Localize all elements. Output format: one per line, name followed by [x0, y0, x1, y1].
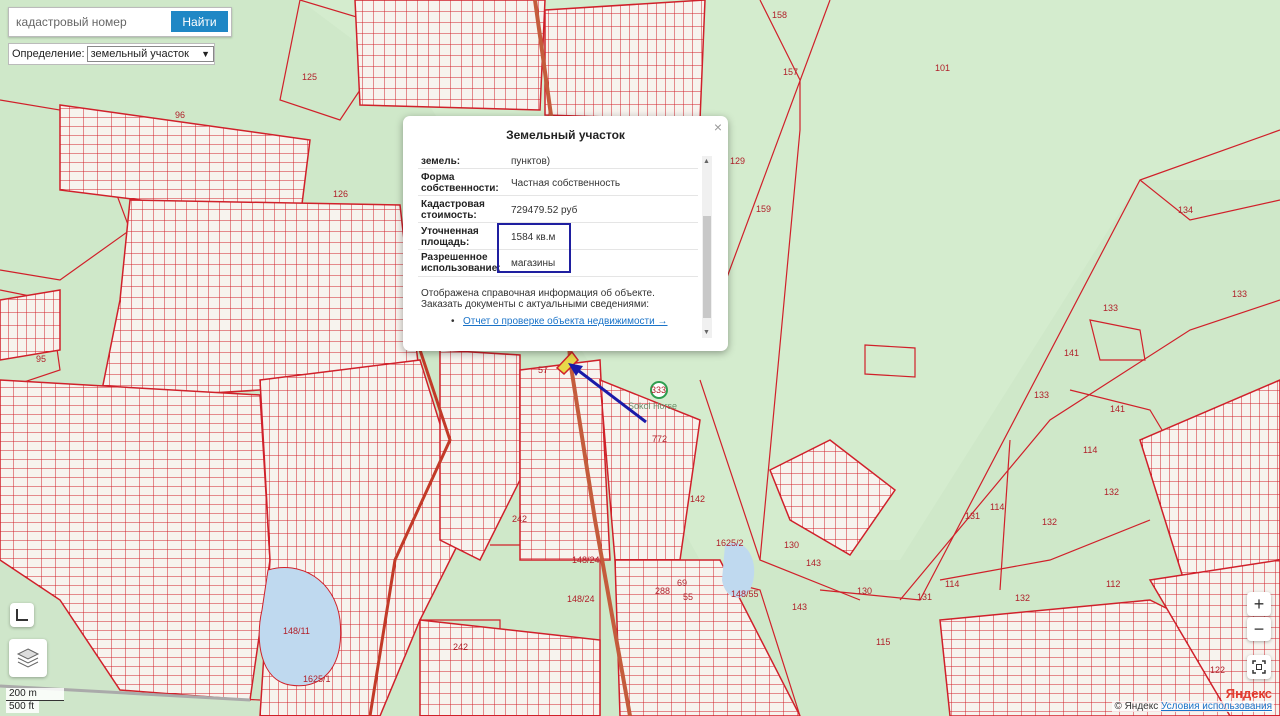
row-key: стоимость:	[421, 210, 477, 221]
property-report-link[interactable]: Отчет о проверке объекта недвижимости →	[463, 316, 668, 327]
close-icon[interactable]: ×	[714, 119, 722, 135]
plus-icon: +	[1253, 593, 1265, 614]
parcel-number: 126	[333, 189, 348, 199]
popup-scrollbar[interactable]: ▲ ▼	[702, 156, 712, 338]
parcel-number: 112	[1106, 579, 1120, 589]
definition-label: Определение:	[12, 48, 85, 60]
parcel-number: 148/24	[567, 594, 595, 604]
parcel-number: 133	[1103, 303, 1118, 313]
popup-title: Земельный участок	[506, 128, 625, 142]
row-value: пунктов)	[511, 156, 551, 167]
terms-link[interactable]: Условия использования	[1161, 701, 1272, 712]
parcel-number: 96	[175, 110, 185, 120]
row-key: земель:	[421, 156, 461, 167]
row-key: собственности:	[421, 183, 499, 194]
parcel-number: 132	[1042, 517, 1057, 527]
definition-select-value: земельный участок	[90, 48, 189, 60]
parcel-number: 114	[1083, 445, 1097, 455]
parcel-number: 242	[512, 514, 527, 524]
zoom-out-button[interactable]: −	[1247, 617, 1271, 641]
scroll-thumb[interactable]	[703, 216, 711, 318]
parcel-number: 114	[990, 502, 1004, 512]
parcel-number: 1625/1	[303, 674, 331, 684]
parcel-number: 132	[1104, 487, 1119, 497]
parcel-number: 131	[917, 592, 932, 602]
parcel-number: 131	[965, 511, 980, 521]
zoom-in-button[interactable]: +	[1247, 592, 1271, 616]
fullscreen-icon	[1252, 660, 1266, 674]
parcel-number: 55	[683, 592, 693, 602]
info-note: Отображена справочная информация об объе…	[421, 288, 655, 299]
parcel-number: 141	[1110, 404, 1125, 414]
row-value: 729479.52 руб	[511, 205, 578, 216]
parcel-number: 159	[756, 204, 771, 214]
parcel-number: 141	[1064, 348, 1079, 358]
definition-selector: Определение: земельный участок ▼	[8, 43, 215, 65]
chevron-down-icon: ▼	[201, 49, 210, 59]
row-key: Форма	[421, 172, 455, 183]
ruler-button[interactable]	[10, 603, 34, 627]
parcel-number: 130	[784, 540, 799, 550]
layers-icon	[16, 648, 40, 668]
yandex-logo: Яндекс	[1225, 686, 1272, 701]
search-bar: Найти	[8, 7, 232, 37]
scale-metric: 200 m	[6, 688, 64, 701]
row-value: Частная собственность	[511, 178, 621, 189]
scale-bar: 200 m 500 ft	[6, 688, 64, 713]
ruler-icon	[16, 609, 28, 621]
parcel-number: 57	[538, 365, 548, 375]
parcel-number: 148/24	[572, 555, 600, 565]
parcel-number: 130	[857, 586, 872, 596]
info-row: земель: пунктов)	[418, 154, 698, 169]
row-key: Разрешенное	[421, 252, 488, 263]
parcel-number: 101	[935, 63, 950, 73]
parcel-number: 115	[876, 637, 890, 647]
parcel-number: 772	[652, 434, 667, 444]
bullet-icon: •	[451, 316, 455, 327]
row-key: использование:	[421, 263, 501, 274]
parcel-number: 158	[772, 10, 787, 20]
info-row: Кадастровая стоимость: 729479.52 руб	[418, 196, 698, 223]
fullscreen-button[interactable]	[1247, 655, 1271, 679]
parcel-number: 143	[806, 558, 821, 568]
parcel-number: 148/11	[283, 626, 310, 636]
parcel-number: 333	[651, 385, 666, 395]
parcel-number: 114	[945, 579, 959, 589]
parcel-number: 132	[1015, 593, 1030, 603]
parcel-number: 242	[453, 642, 468, 652]
definition-select[interactable]: земельный участок ▼	[86, 46, 214, 62]
parcel-number: 143	[792, 602, 807, 612]
parcel-number: 129	[730, 156, 745, 166]
info-note: Заказать документы с актуальными сведени…	[421, 299, 650, 310]
scroll-down-icon[interactable]: ▼	[703, 329, 710, 336]
search-button[interactable]: Найти	[171, 11, 228, 32]
parcel-number: 95	[36, 354, 46, 364]
layers-button[interactable]	[9, 639, 47, 677]
scale-imperial: 500 ft	[6, 701, 39, 713]
row-key: Кадастровая	[421, 199, 485, 210]
scroll-up-icon[interactable]: ▲	[703, 158, 710, 165]
info-row: Форма собственности: Частная собственнос…	[418, 169, 698, 196]
parcel-number: 133	[1034, 390, 1049, 400]
parcel-number: 69	[677, 578, 687, 588]
row-key: Уточненная	[421, 226, 479, 237]
map-attribution: © Яндекс Условия использования	[1112, 701, 1274, 712]
row-key: площадь:	[421, 237, 470, 248]
highlight-box	[497, 223, 571, 273]
minus-icon: −	[1253, 618, 1265, 639]
parcel-number: 288	[655, 586, 670, 596]
parcel-number: 133	[1232, 289, 1247, 299]
parcel-number: 134	[1178, 205, 1193, 215]
cadastral-map[interactable]: Sokol Horse 158 157 101 125 96 129 159 1…	[0, 0, 1280, 716]
copyright-text: © Яндекс	[1114, 701, 1159, 712]
parcel-number: 125	[302, 72, 317, 82]
parcel-number: 148/55	[731, 589, 759, 599]
parcel-number: 157	[783, 67, 798, 77]
parcel-number: 1625/2	[716, 538, 744, 548]
parcel-number: 122	[1210, 665, 1225, 675]
cadastral-search-input[interactable]	[14, 11, 168, 33]
poi-label: Sokol Horse	[628, 401, 677, 411]
parcel-number: 142	[690, 494, 705, 504]
